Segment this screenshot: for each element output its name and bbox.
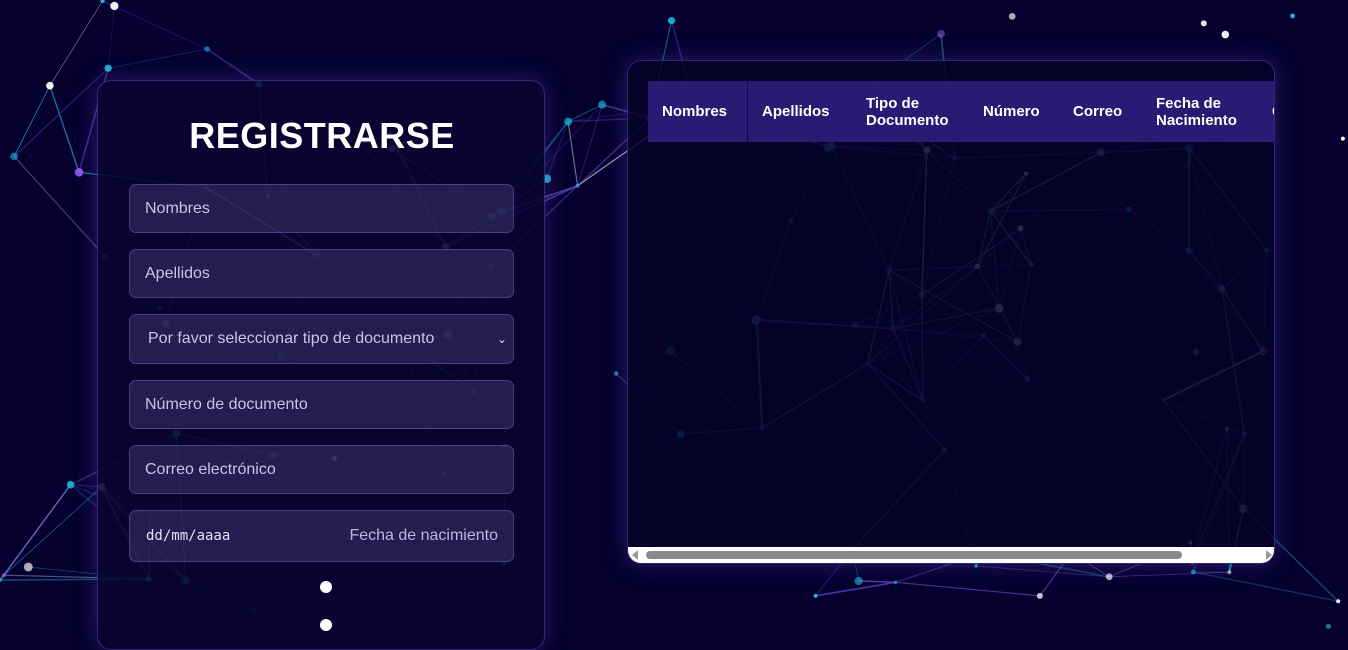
scrollbar-thumb[interactable] xyxy=(646,551,1182,559)
scroll-right-arrow-icon[interactable] xyxy=(1266,550,1272,560)
numero-documento-input[interactable]: Número de documento xyxy=(129,380,514,429)
gender-label-mujer: Mujer xyxy=(129,597,167,614)
users-table-panel: Nombres Apellidos Tipo de Documento Núme… xyxy=(627,60,1275,564)
gender-radio-2[interactable] xyxy=(320,619,332,631)
column-header-nombres[interactable]: Nombres xyxy=(648,81,748,142)
tipo-documento-select[interactable]: Por favor seleccionar tipo de documento … xyxy=(129,314,514,364)
register-form-panel: REGISTRARSE Nombres Apellidos Por favor … xyxy=(97,80,545,650)
column-header-tipo-documento[interactable]: Tipo de Documento xyxy=(852,81,969,142)
horizontal-scrollbar[interactable] xyxy=(628,547,1275,563)
tipo-documento-value: Por favor seleccionar tipo de documento xyxy=(148,330,434,348)
column-header-apellidos[interactable]: Apellidos xyxy=(748,81,852,142)
scroll-left-arrow-icon[interactable] xyxy=(632,550,638,560)
apellidos-input[interactable]: Apellidos xyxy=(129,249,514,298)
gender-radio-1[interactable] xyxy=(320,581,332,593)
form-title: REGISTRARSE xyxy=(98,115,546,157)
correo-input[interactable]: Correo electrónico xyxy=(129,445,514,494)
column-header-correo[interactable]: Correo xyxy=(1059,81,1142,142)
apellidos-placeholder: Apellidos xyxy=(145,265,210,283)
chevron-down-icon: ⌄ xyxy=(497,332,507,346)
column-header-fecha-nacimiento[interactable]: Fecha de Nacimiento xyxy=(1142,81,1258,142)
nombres-placeholder: Nombres xyxy=(145,200,210,218)
table-header-row: Nombres Apellidos Tipo de Documento Núme… xyxy=(648,81,1275,142)
column-header-numero[interactable]: Número xyxy=(969,81,1059,142)
column-header-genero[interactable]: G xyxy=(1258,81,1275,142)
numero-documento-placeholder: Número de documento xyxy=(145,396,308,414)
nombres-input[interactable]: Nombres xyxy=(129,184,514,233)
fecha-nacimiento-label: Fecha de nacimiento xyxy=(349,527,498,545)
correo-placeholder: Correo electrónico xyxy=(145,461,276,479)
fecha-nacimiento-input[interactable]: dd/mm/aaaa Fecha de nacimiento xyxy=(129,510,514,562)
date-mask: dd/mm/aaaa xyxy=(146,528,230,544)
